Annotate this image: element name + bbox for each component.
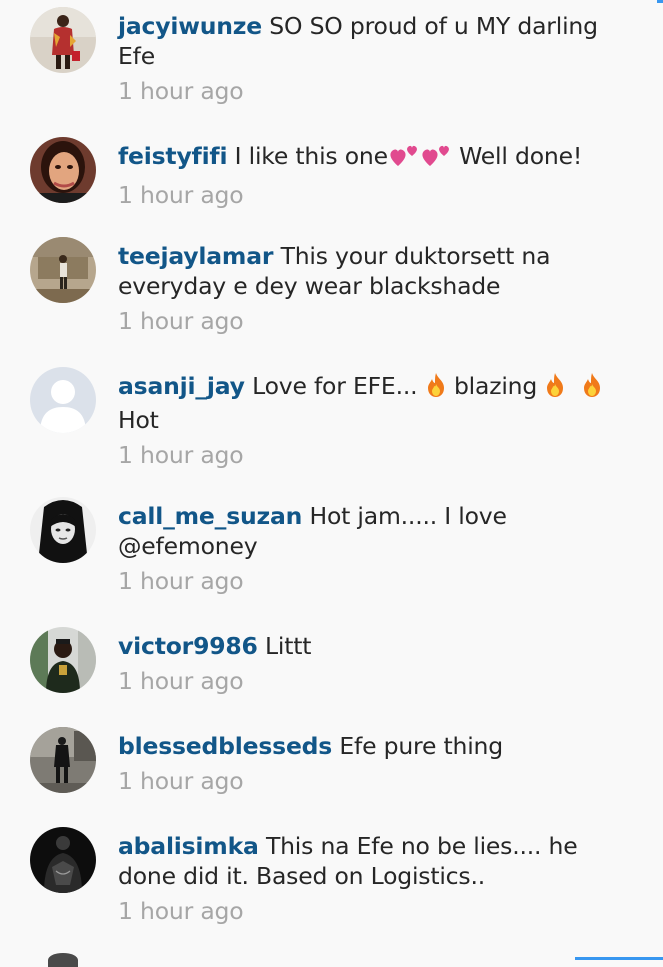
comment-body: jacyiwunze SO SO proud of u MY darling E… <box>118 11 628 106</box>
avatar[interactable] <box>30 367 96 433</box>
comment-username[interactable]: abalisimka <box>118 832 259 860</box>
comment-text: Efe pure thing <box>339 732 503 760</box>
avatar[interactable] <box>30 497 96 563</box>
comment-body: call_me_suzan Hot jam..... I love @efemo… <box>118 501 628 596</box>
avatar-photo-icon <box>30 827 96 893</box>
avatar[interactable] <box>30 727 96 793</box>
comment-body: victor9986 Littt 1 hour ago <box>118 631 628 696</box>
comment-body: teejaylamar This your duktorsett na ever… <box>118 241 628 336</box>
avatar-photo-icon <box>30 497 96 563</box>
comment-timestamp: 1 hour ago <box>118 897 244 925</box>
avatar-photo-icon <box>30 727 96 793</box>
comment-text: Hot <box>118 406 159 434</box>
comment-text: blazing <box>446 372 545 400</box>
comment-timestamp: 1 hour ago <box>118 667 244 695</box>
default-avatar-icon <box>30 367 96 433</box>
comment-timestamp: 1 hour ago <box>118 181 244 209</box>
comment-body: abalisimka This na Efe no be lies.... he… <box>118 831 628 926</box>
avatar[interactable] <box>30 827 96 893</box>
comment-timestamp: 1 hour ago <box>118 307 244 335</box>
comment-username[interactable]: blessedblesseds <box>118 732 332 760</box>
comment-timestamp: 1 hour ago <box>118 77 244 105</box>
comment-timestamp: 1 hour ago <box>118 767 244 795</box>
fire-emoji <box>425 372 447 405</box>
comment-text: Littt <box>264 632 312 660</box>
fire-emoji <box>581 372 603 405</box>
comment-text: Love for EFE... <box>252 372 425 400</box>
avatar[interactable] <box>30 137 96 203</box>
comment-body: blessedblesseds Efe pure thing 1 hour ag… <box>118 731 628 796</box>
comment-body: feistyfifi I like this one Well done! 1 … <box>118 141 628 210</box>
avatar[interactable] <box>30 237 96 303</box>
comment-timestamp: 1 hour ago <box>118 567 244 595</box>
avatar-photo-icon <box>30 237 96 303</box>
two-hearts-emoji <box>388 142 420 175</box>
comment-username[interactable]: asanji_jay <box>118 372 245 400</box>
comment-username[interactable]: feistyfifi <box>118 142 228 170</box>
avatar-photo-icon <box>30 7 96 73</box>
comment-timestamp: 1 hour ago <box>118 441 244 469</box>
comment-text: I like this one <box>234 142 388 170</box>
avatar-photo-icon <box>30 137 96 203</box>
two-hearts-emoji <box>420 142 452 175</box>
avatar[interactable] <box>30 627 96 693</box>
top-accent-bar <box>657 0 663 3</box>
fire-emoji <box>544 372 566 405</box>
comment-text: Well done! <box>451 142 583 170</box>
avatar-photo-icon <box>30 627 96 693</box>
comment-username[interactable]: victor9986 <box>118 632 258 660</box>
avatar[interactable] <box>30 7 96 73</box>
partial-next-avatar <box>48 953 78 967</box>
comment-username[interactable]: jacyiwunze <box>118 12 262 40</box>
comment-username[interactable]: call_me_suzan <box>118 502 302 530</box>
comment-username[interactable]: teejaylamar <box>118 242 273 270</box>
comment-body: asanji_jay Love for EFE... blazing Hot 1… <box>118 371 628 470</box>
